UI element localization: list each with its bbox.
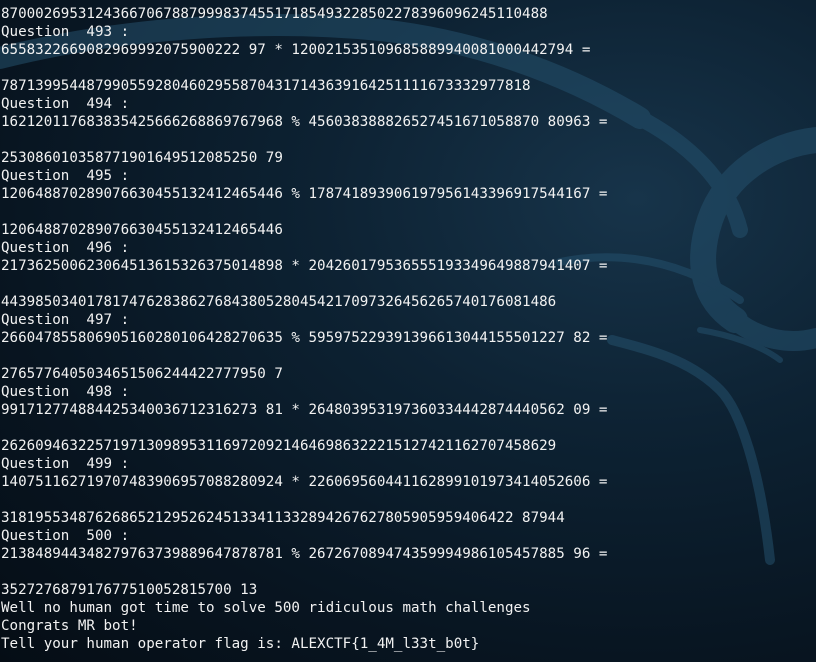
answer-value: 4439850340178174762838627684380528045421… — [1, 294, 557, 310]
answer-value: 3181955348762686521295262451334113328942… — [1, 510, 565, 526]
congrats-message: Congrats MR bot! — [1, 618, 138, 634]
math-expression: 217362500623064513615326375014898 * 2042… — [1, 258, 608, 274]
question-header: Question 493 : — [1, 24, 130, 40]
terminal-output: 8700026953124366706788799983745517185493… — [1, 5, 607, 653]
answer-value: 8700026953124366706788799983745517185493… — [1, 6, 548, 22]
question-header: Question 495 : — [1, 168, 130, 184]
question-header: Question 500 : — [1, 528, 130, 544]
question-header: Question 494 : — [1, 96, 130, 112]
answer-value: 253086010358771901649512085250 79 — [1, 150, 283, 166]
question-header: Question 496 : — [1, 240, 130, 256]
answer-value: 352727687917677510052815700 13 — [1, 582, 258, 598]
answer-value: 2765776405034651506244422777950 7 — [1, 366, 283, 382]
math-expression: 213848944348279763739889647878781 % 2672… — [1, 546, 608, 562]
math-expression: 6558322669082969992075900222 97 * 120021… — [1, 42, 591, 58]
answer-value: 7871399544879905592804602955870431714363… — [1, 78, 531, 94]
answer-value: 2626094632257197130989531169720921464698… — [1, 438, 557, 454]
question-header: Question 498 : — [1, 384, 130, 400]
math-expression: 266047855806905160280106428270635 % 5959… — [1, 330, 608, 346]
math-expression: 991712774884425340036712316273 81 * 2648… — [1, 402, 608, 418]
math-expression: 120648870289076630455132412465446 % 1787… — [1, 186, 608, 202]
flag-message: Tell your human operator flag is: ALEXCT… — [1, 636, 480, 652]
completion-message: Well no human got time to solve 500 ridi… — [1, 600, 531, 616]
math-expression: 162120117683835425666268869767968 % 4560… — [1, 114, 608, 130]
question-header: Question 497 : — [1, 312, 130, 328]
question-header: Question 499 : — [1, 456, 130, 472]
math-expression: 140751162719707483906957088280924 * 2260… — [1, 474, 608, 490]
answer-value: 120648870289076630455132412465446 — [1, 222, 283, 238]
